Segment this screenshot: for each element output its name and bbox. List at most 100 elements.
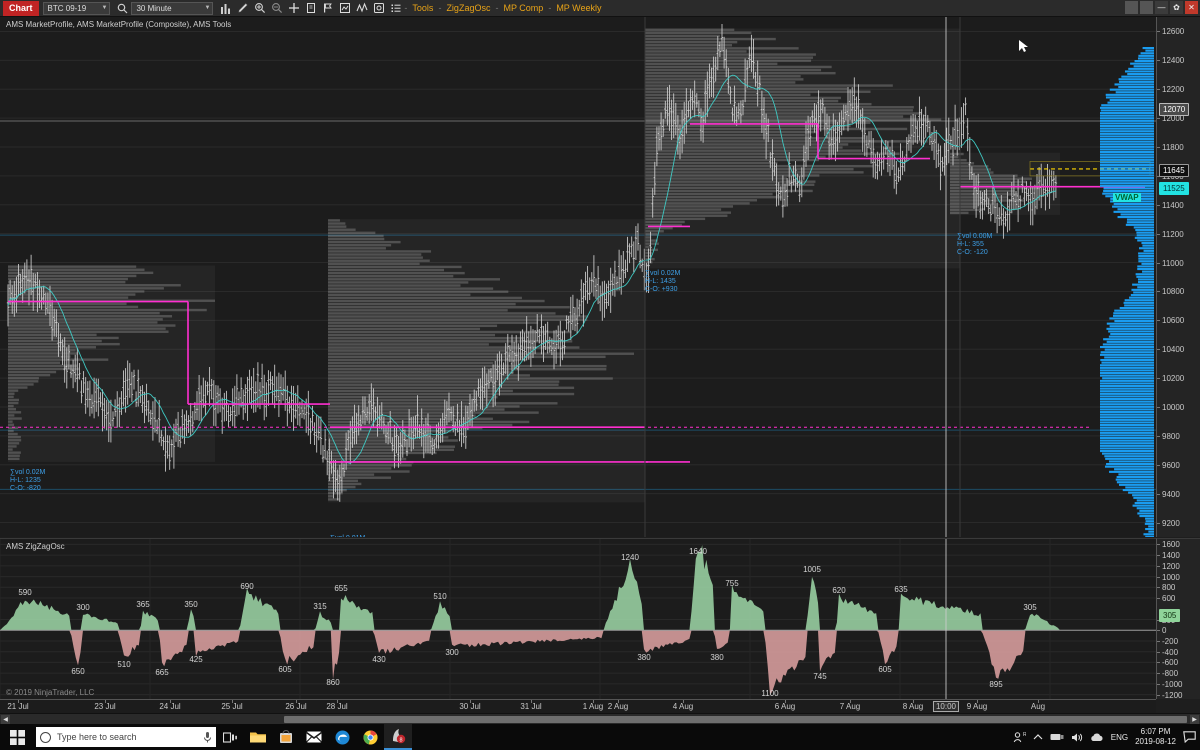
network-icon[interactable] — [1050, 732, 1064, 742]
zigzag-peak-label: 895 — [989, 680, 1003, 690]
microphone-icon[interactable] — [203, 731, 212, 744]
toolbar-link-mp-comp[interactable]: MP Comp — [503, 3, 543, 13]
zigzag-axis-tick: 0 — [1157, 626, 1167, 636]
data-box-icon[interactable] — [371, 1, 386, 16]
time-crosshair-label: 10:00 — [932, 701, 960, 712]
language-indicator[interactable]: ENG — [1111, 733, 1128, 742]
time-axis-label: 2 Aug — [607, 702, 629, 711]
time-axis[interactable]: 21 Jul 23 Jul 24 Jul 25 Jul 26 Jul 28 Jul 30 J… — [0, 699, 1156, 713]
zigzag-peak-label: 690 — [240, 582, 254, 592]
zigzag-axis-tick: -400 — [1157, 647, 1179, 657]
svg-text:8: 8 — [399, 737, 402, 743]
zigzag-peak-label: 380 — [637, 652, 651, 662]
mail-icon[interactable] — [300, 724, 328, 750]
time-axis-label: 31 Jul — [520, 702, 542, 711]
price-axis-tick: 12400 — [1157, 56, 1185, 66]
show-hidden-icon[interactable] — [1033, 733, 1043, 741]
list-icon[interactable] — [388, 1, 403, 16]
people-icon[interactable]: R — [1013, 731, 1026, 743]
store-icon[interactable] — [272, 724, 300, 750]
zigzag-peak-label: 315 — [313, 602, 327, 612]
scroll-right-arrow-icon[interactable]: ▶ — [1190, 715, 1199, 724]
zigzag-peak-label: 430 — [372, 655, 386, 665]
chart-tab[interactable]: Chart — [3, 0, 39, 16]
zigzag-peak-label: 590 — [18, 587, 32, 597]
search-icon[interactable] — [115, 1, 130, 16]
window-close-button[interactable]: ✕ — [1185, 1, 1198, 14]
window-maximize-button[interactable] — [1140, 1, 1153, 14]
flag-icon[interactable] — [320, 1, 335, 16]
copyright-text: © 2019 NinjaTrader, LLC — [6, 688, 95, 697]
price-axis-tick: 11000 — [1157, 258, 1184, 268]
mp-volume-text: ∑vol 0.00M — [957, 233, 993, 240]
windows-taskbar: Type here to search 8 R ENG 6:07 PM 2019… — [0, 724, 1200, 750]
zoom-in-icon[interactable] — [252, 1, 267, 16]
clock-date: 2019-08-12 — [1135, 737, 1176, 746]
chrome-icon[interactable] — [356, 724, 384, 750]
market-profile-info-box: ∑vol 0.00M H-L: 355 C-O: -120 — [957, 233, 992, 257]
zigzag-peak-label: 380 — [710, 652, 724, 662]
zigzag-axis[interactable]: 16001400120010008006002000-200-400-600-8… — [1156, 538, 1200, 699]
crosshair-icon[interactable] — [286, 1, 301, 16]
search-input[interactable]: Type here to search — [36, 727, 216, 747]
price-chart-pane[interactable]: AMS MarketProfile, AMS MarketProfile (Co… — [0, 17, 1156, 537]
window-settings-icon[interactable]: ✿ — [1170, 1, 1183, 14]
svg-text:R: R — [1023, 732, 1026, 738]
price-axis-tick: 11200 — [1157, 229, 1184, 239]
last-price-marker: 12070 — [1159, 103, 1190, 116]
zigzag-canvas — [0, 539, 1156, 699]
zoom-out-icon[interactable] — [269, 1, 284, 16]
indicator-icon[interactable] — [354, 1, 369, 16]
system-tray: R ENG 6:07 PM 2019-08-12 — [1013, 724, 1196, 750]
price-axis-tick: 10600 — [1157, 316, 1185, 326]
time-axis-label: 24 Jul — [159, 702, 181, 711]
instrument-selector[interactable]: BTC 09-19 ▼ — [42, 1, 111, 15]
task-view-icon[interactable] — [216, 724, 244, 750]
file-explorer-icon[interactable] — [244, 724, 272, 750]
zigzag-peak-label: 1100 — [761, 689, 779, 698]
scrollbar-thumb[interactable] — [284, 716, 1187, 723]
zigzag-axis-tick: -1000 — [1157, 679, 1183, 689]
time-axis-label: 9 Aug — [966, 702, 988, 711]
start-icon[interactable] — [0, 724, 34, 750]
region-icon[interactable] — [337, 1, 352, 16]
toolbar-link-zigzagosc[interactable]: ZigZagOsc — [446, 3, 490, 13]
vwap-marker: 11525 — [1159, 181, 1189, 195]
scroll-left-arrow-icon[interactable]: ◀ — [1, 715, 10, 724]
price-axis[interactable]: 1260012400122001200011800116001140011200… — [1156, 17, 1200, 537]
onedrive-icon[interactable] — [1090, 733, 1104, 742]
bar-chart-icon[interactable] — [218, 1, 233, 16]
toolbar-link-tools[interactable]: Tools — [412, 3, 433, 13]
zigzag-peak-label: 350 — [184, 600, 198, 610]
market-profile-info-box: ∑vol 0.01M H-L: 1675 C-O: +960 — [330, 535, 365, 537]
pencil-icon[interactable] — [235, 1, 250, 16]
window-minimize-button[interactable] — [1125, 1, 1138, 14]
zigzag-oscillator-pane[interactable]: AMS ZigZagOsc © 2019 NinjaTrader, LLC 59… — [0, 538, 1156, 699]
zigzag-peak-label: 1240 — [621, 552, 639, 562]
time-axis-label: 26 Jul — [285, 702, 307, 711]
edge-icon[interactable] — [328, 724, 356, 750]
instrument-value: BTC 09-19 — [47, 3, 87, 13]
volume-icon[interactable] — [1071, 732, 1083, 743]
time-axis-label: 1 Aug — [582, 702, 604, 711]
price-axis-tick: 11400 — [1157, 200, 1184, 210]
zigzag-axis-tick: 1000 — [1157, 572, 1180, 582]
window-restore-button[interactable]: — — [1155, 1, 1168, 14]
zigzag-peak-label: 605 — [878, 664, 892, 674]
zigzag-peak-label: 425 — [189, 655, 203, 665]
mp-highlow-text: H-L: 1235 — [10, 477, 41, 484]
note-icon[interactable] — [303, 1, 318, 16]
interval-selector[interactable]: 30 Minute ▼ — [131, 1, 214, 15]
action-center-icon[interactable] — [1183, 731, 1196, 743]
interval-value: 30 Minute — [136, 3, 172, 13]
horizontal-scrollbar[interactable]: ◀ ▶ — [0, 713, 1200, 724]
zigzag-peak-label: 745 — [813, 672, 827, 682]
price-axis-tick: 10400 — [1157, 345, 1185, 355]
time-axis-label: 23 Jul — [94, 702, 116, 711]
clock[interactable]: 6:07 PM 2019-08-12 — [1135, 727, 1176, 747]
zigzag-peak-label: 510 — [433, 591, 447, 601]
toolbar-link-mp-weekly[interactable]: MP Weekly — [556, 3, 601, 13]
bid-ask-marker: 11645 — [1159, 164, 1189, 178]
price-axis-tick: 12200 — [1157, 85, 1185, 95]
ninjatrader-icon[interactable]: 8 — [384, 724, 412, 750]
